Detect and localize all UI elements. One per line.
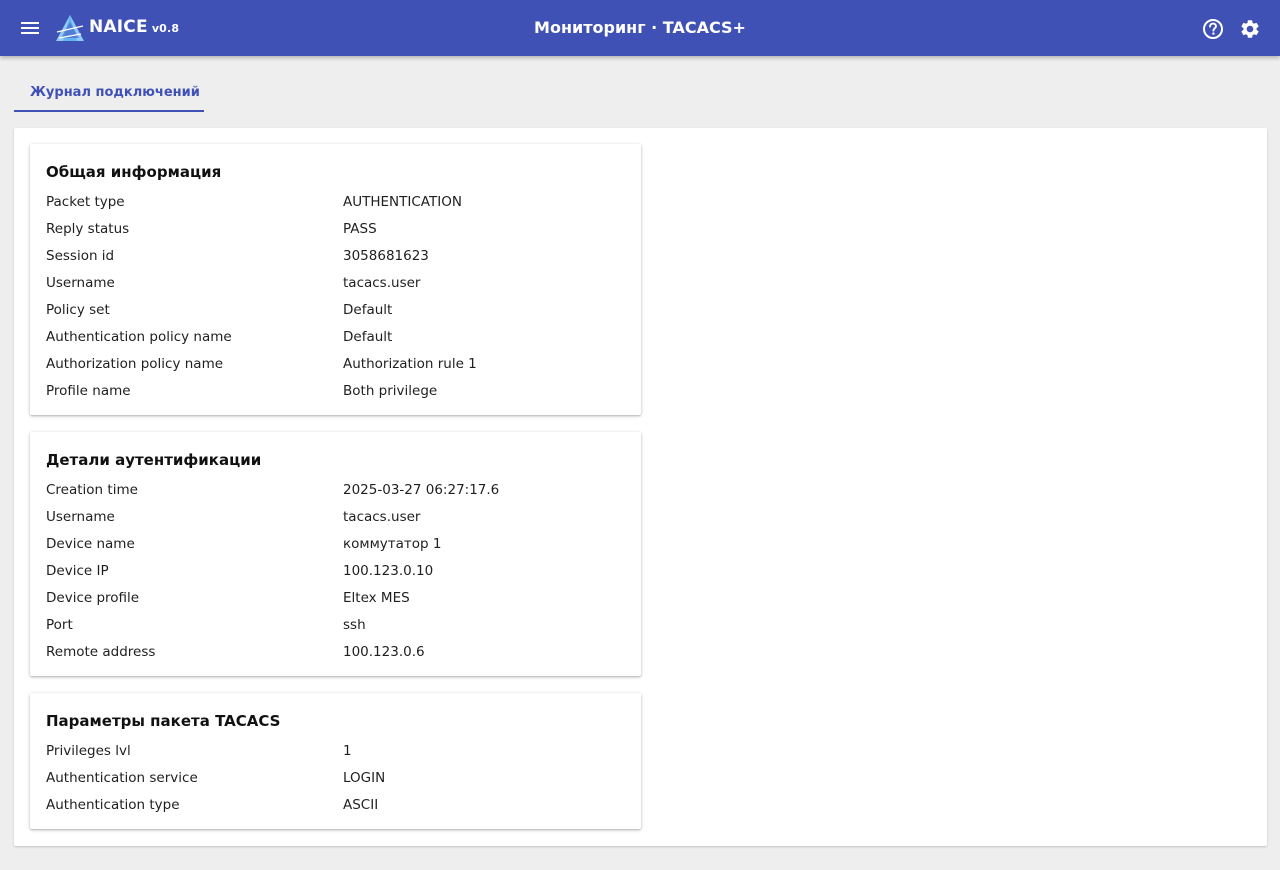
row-label: Username: [46, 509, 115, 525]
row-value: 1: [343, 743, 352, 759]
row-value: Eltex MES: [343, 590, 410, 606]
info-row: Port ssh: [30, 617, 641, 644]
row-label: Creation time: [46, 482, 138, 498]
row-label: Port: [46, 617, 73, 633]
info-row: Device name коммутатор 1: [30, 536, 641, 563]
tacacs-packet-params-card: Параметры пакета TACACS Privileges lvl 1…: [30, 693, 641, 829]
row-label: Policy set: [46, 302, 110, 318]
page-title: Мониторинг · TACACS+: [534, 18, 746, 37]
info-row: Session id 3058681623: [30, 248, 641, 275]
tab-connection-log[interactable]: Журнал подключений: [14, 76, 204, 112]
row-label: Authorization policy name: [46, 356, 224, 372]
info-row: Authentication type ASCII: [30, 797, 641, 824]
row-value: Default: [343, 302, 393, 318]
row-label: Packet type: [46, 194, 125, 210]
row-label: Session id: [46, 248, 115, 264]
content-panel: Общая информация Packet type AUTHENTICAT…: [14, 128, 1267, 846]
row-value: Default: [343, 329, 393, 345]
row-value: 100.123.0.6: [343, 644, 425, 660]
card-title: Детали аутентификации: [46, 451, 262, 469]
info-row: Reply status PASS: [30, 221, 641, 248]
general-info-card: Общая информация Packet type AUTHENTICAT…: [30, 144, 641, 415]
row-value: 100.123.0.10: [343, 563, 434, 579]
row-label: Authentication policy name: [46, 329, 232, 345]
row-label: Device profile: [46, 590, 140, 606]
row-value: ssh: [343, 617, 366, 633]
row-value: 2025-03-27 06:27:17.6: [343, 482, 500, 498]
info-row: Username tacacs.user: [30, 275, 641, 302]
row-value: tacacs.user: [343, 509, 421, 525]
row-label: Username: [46, 275, 115, 291]
info-row: Authorization policy name Authorization …: [30, 356, 641, 383]
info-row: Remote address 100.123.0.6: [30, 644, 641, 671]
row-label: Profile name: [46, 383, 131, 399]
info-row: Authentication service LOGIN: [30, 770, 641, 797]
row-label: Remote address: [46, 644, 156, 660]
row-value: ASCII: [343, 797, 379, 813]
info-row: Username tacacs.user: [30, 509, 641, 536]
tab-label: Журнал подключений: [30, 85, 200, 100]
row-value: AUTHENTICATION: [343, 194, 462, 210]
row-label: Authentication service: [46, 770, 198, 786]
top-app-bar: NAICE v0.8 Мониторинг · TACACS+: [0, 0, 1280, 56]
info-row: Policy set Default: [30, 302, 641, 329]
info-row: Device IP 100.123.0.10: [30, 563, 641, 590]
row-label: Device name: [46, 536, 135, 552]
row-value: Authorization rule 1: [343, 356, 477, 372]
row-value: tacacs.user: [343, 275, 421, 291]
row-label: Reply status: [46, 221, 130, 237]
row-label: Privileges lvl: [46, 743, 131, 759]
row-value: LOGIN: [343, 770, 386, 786]
gear-icon[interactable]: [1239, 18, 1261, 40]
info-row: Creation time 2025-03-27 06:27:17.6: [30, 482, 641, 509]
authentication-details-card: Детали аутентификации Creation time 2025…: [30, 432, 641, 676]
info-row: Privileges lvl 1: [30, 743, 641, 770]
info-row: Packet type AUTHENTICATION: [30, 194, 641, 221]
row-value: коммутатор 1: [343, 536, 442, 552]
info-row: Profile name Both privilege: [30, 383, 641, 410]
info-row: Authentication policy name Default: [30, 329, 641, 356]
row-value: 3058681623: [343, 248, 429, 264]
info-row: Device profile Eltex MES: [30, 590, 641, 617]
row-label: Authentication type: [46, 797, 180, 813]
row-value: Both privilege: [343, 383, 438, 399]
card-title: Общая информация: [46, 163, 222, 181]
help-circle-icon[interactable]: [1202, 18, 1224, 40]
row-value: PASS: [343, 221, 377, 237]
card-title: Параметры пакета TACACS: [46, 712, 281, 730]
row-label: Device IP: [46, 563, 109, 579]
